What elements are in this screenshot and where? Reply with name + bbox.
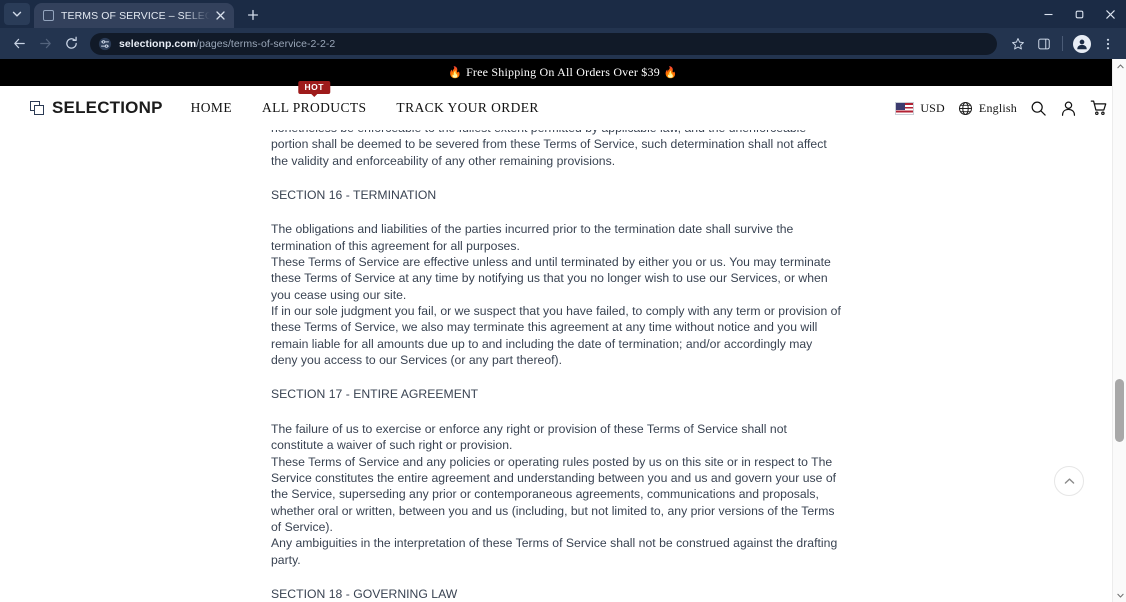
toolbar-actions bbox=[1005, 31, 1120, 56]
back-button[interactable] bbox=[6, 31, 32, 57]
scrollbar-up-arrow[interactable] bbox=[1113, 59, 1126, 73]
announcement-text: Free Shipping On All Orders Over $39 bbox=[466, 65, 660, 79]
split-screen-icon bbox=[1037, 38, 1050, 49]
language-label: English bbox=[978, 100, 1017, 115]
section-18-heading: SECTION 18 - GOVERNING LAW bbox=[271, 586, 458, 601]
currency-selector[interactable]: USD bbox=[895, 101, 945, 116]
search-glyph bbox=[1031, 101, 1046, 116]
kebab-menu-icon bbox=[1106, 38, 1109, 49]
maximize-icon bbox=[1075, 10, 1084, 18]
scroll-down-icon bbox=[1116, 593, 1124, 598]
section-16-body: The obligations and liabilities of the p… bbox=[271, 222, 841, 368]
reload-button[interactable] bbox=[58, 31, 84, 57]
scroll-up-icon bbox=[1116, 63, 1124, 68]
split-screen-button[interactable] bbox=[1031, 31, 1056, 56]
section-17-heading: SECTION 17 - ENTIRE AGREEMENT bbox=[271, 387, 479, 402]
minimize-button[interactable] bbox=[1033, 0, 1064, 28]
arrow-right-icon bbox=[39, 38, 51, 49]
browser-window: TERMS OF SERVICE – SELECTIO bbox=[0, 0, 1126, 602]
currency-label: USD bbox=[920, 100, 945, 115]
bookmark-button[interactable] bbox=[1005, 31, 1030, 56]
star-icon bbox=[1011, 37, 1024, 49]
address-bar-url: selectionp.com/pages/terms-of-service-2-… bbox=[119, 38, 335, 50]
header-actions: USD English bbox=[895, 99, 1108, 117]
site-header: SELECTIONP HOME HOT ALL PRODUCTS TRACK Y… bbox=[0, 81, 1126, 130]
us-flag-icon bbox=[895, 101, 915, 115]
flame-icon-right: 🔥 bbox=[663, 67, 678, 79]
url-path: /pages/terms-of-service-2-2-2 bbox=[196, 37, 336, 50]
maximize-button[interactable] bbox=[1064, 0, 1095, 28]
nav-item-all-products[interactable]: HOT ALL PRODUCTS bbox=[261, 81, 367, 116]
brand-logo[interactable]: SELECTIONP bbox=[30, 98, 163, 118]
browser-menu-button[interactable] bbox=[1095, 31, 1120, 56]
close-window-icon bbox=[1106, 9, 1115, 19]
tab-search-button[interactable] bbox=[4, 3, 30, 25]
nav-item-track-your-order-label: TRACK YOUR ORDER bbox=[396, 100, 539, 115]
close-icon[interactable] bbox=[213, 8, 228, 23]
nav-item-home[interactable]: HOME bbox=[191, 100, 232, 116]
scrollbar-thumb[interactable] bbox=[1115, 379, 1124, 442]
close-glyph bbox=[216, 11, 225, 20]
logo-icon bbox=[30, 100, 45, 116]
nav-item-home-label: HOME bbox=[190, 100, 232, 115]
paragraph-intro-fragment: nonetheless be enforceable to the fulles… bbox=[271, 130, 827, 168]
browser-toolbar: selectionp.com/pages/terms-of-service-2-… bbox=[0, 28, 1126, 59]
cart-glyph bbox=[1090, 100, 1107, 116]
language-selector[interactable]: English bbox=[958, 101, 1017, 116]
minimize-icon bbox=[1044, 13, 1053, 15]
main-navigation: HOME HOT ALL PRODUCTS TRACK YOUR ORDER bbox=[191, 81, 539, 116]
forward-button[interactable] bbox=[32, 31, 58, 57]
scroll-to-top-button[interactable] bbox=[1054, 466, 1084, 496]
scrollbar-down-arrow[interactable] bbox=[1113, 588, 1126, 602]
new-tab-button[interactable] bbox=[241, 4, 265, 26]
browser-tabstrip: TERMS OF SERVICE – SELECTIO bbox=[0, 0, 1126, 28]
account-glyph bbox=[1061, 101, 1076, 116]
section-17-body: The failure of us to exercise or enforce… bbox=[271, 421, 838, 567]
flame-icon-left: 🔥 bbox=[448, 67, 463, 79]
page-favicon bbox=[43, 10, 54, 21]
toolbar-divider bbox=[1062, 36, 1063, 51]
url-domain: selectionp.com bbox=[119, 37, 197, 50]
browser-tab[interactable]: TERMS OF SERVICE – SELECTIO bbox=[34, 3, 234, 28]
profile-button[interactable] bbox=[1069, 31, 1094, 56]
page-viewport: 🔥 Free Shipping On All Orders Over $39 🔥… bbox=[0, 59, 1126, 602]
avatar bbox=[1072, 34, 1091, 53]
page-scrollbar[interactable] bbox=[1112, 59, 1126, 602]
nav-item-all-products-label: ALL PRODUCTS bbox=[261, 100, 367, 115]
plus-icon bbox=[247, 9, 259, 21]
close-window-button[interactable] bbox=[1095, 0, 1126, 28]
section-16-heading: SECTION 16 - TERMINATION bbox=[271, 188, 437, 203]
search-icon[interactable] bbox=[1030, 100, 1047, 117]
tab-title: TERMS OF SERVICE – SELECTIO bbox=[61, 9, 210, 22]
address-bar[interactable]: selectionp.com/pages/terms-of-service-2-… bbox=[90, 32, 997, 55]
reload-icon bbox=[65, 36, 77, 49]
nav-item-track-your-order[interactable]: TRACK YOUR ORDER bbox=[396, 100, 538, 116]
globe-icon bbox=[958, 101, 972, 115]
announcement-bar: 🔥 Free Shipping On All Orders Over $39 🔥 bbox=[0, 59, 1126, 86]
person-icon bbox=[1076, 39, 1087, 49]
page-content: nonetheless be enforceable to the fulles… bbox=[0, 130, 1126, 602]
cart-icon[interactable] bbox=[1090, 99, 1108, 117]
brand-name: SELECTIONP bbox=[52, 98, 163, 117]
window-controls bbox=[1033, 0, 1126, 28]
arrow-left-icon bbox=[13, 38, 25, 49]
site-settings-icon[interactable] bbox=[98, 37, 112, 51]
chevron-down-icon bbox=[12, 11, 22, 17]
hot-badge: HOT bbox=[298, 81, 330, 94]
terms-of-service-document: nonetheless be enforceable to the fulles… bbox=[271, 130, 841, 602]
chevron-up-icon bbox=[1064, 477, 1074, 484]
account-icon[interactable] bbox=[1060, 100, 1077, 117]
